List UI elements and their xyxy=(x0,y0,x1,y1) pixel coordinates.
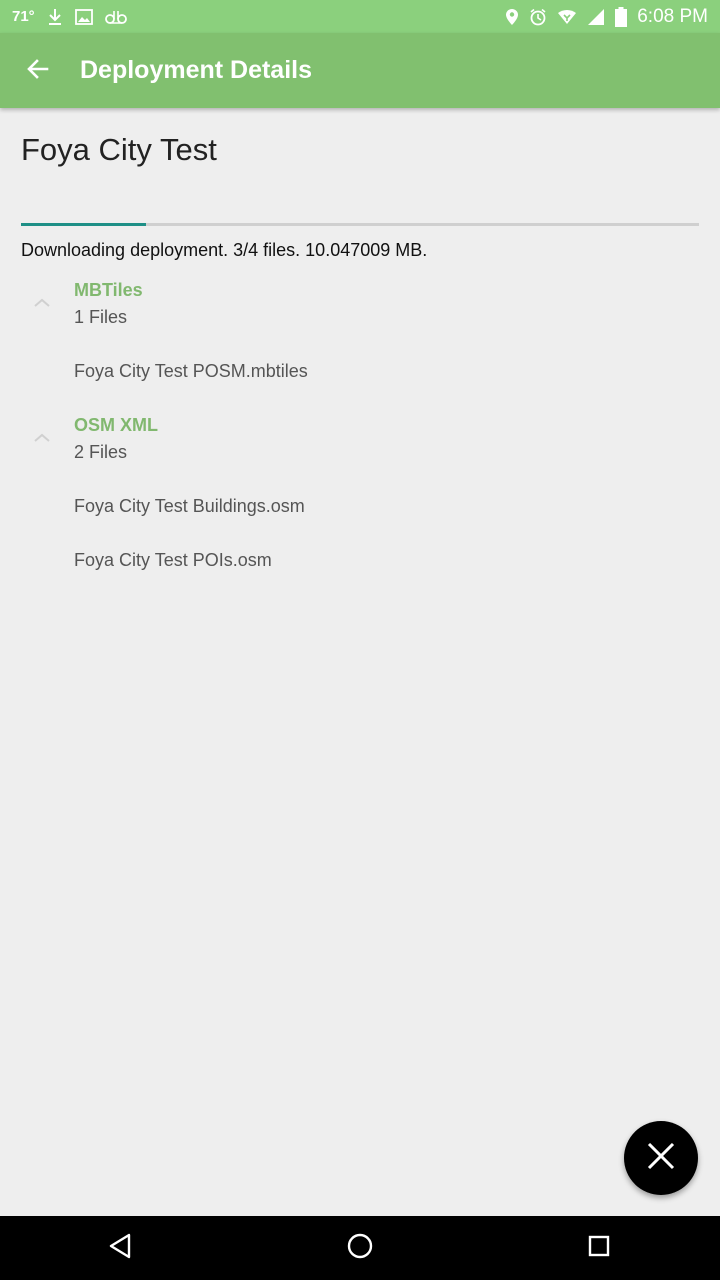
group-file-count: 2 Files xyxy=(74,442,128,462)
nav-home-button[interactable] xyxy=(330,1228,390,1268)
navigation-bar xyxy=(0,1216,720,1280)
arrow-back-icon xyxy=(26,57,50,86)
page-title: Deployment Details xyxy=(80,56,313,84)
close-icon xyxy=(646,1141,676,1176)
clock-text: 6:08 PM xyxy=(637,5,708,27)
status-right: 6:08 PM xyxy=(505,0,708,33)
battery-icon xyxy=(615,6,628,27)
voicemail-icon xyxy=(104,10,127,24)
wifi-icon xyxy=(557,9,577,25)
nav-back-icon xyxy=(107,1233,133,1264)
app-bar: Deployment Details xyxy=(0,33,720,108)
chevron-up-icon xyxy=(28,298,56,316)
file-item[interactable]: Foya City Test POSM.mbtiles xyxy=(74,361,308,382)
nav-recents-button[interactable] xyxy=(569,1228,629,1268)
back-button[interactable] xyxy=(16,51,60,91)
nav-recents-icon xyxy=(587,1234,611,1263)
image-icon xyxy=(74,8,93,25)
temperature-text: 71° xyxy=(12,8,35,25)
signal-icon xyxy=(587,8,605,26)
download-progress-fill xyxy=(21,223,147,226)
deployment-name: Foya City Test xyxy=(21,132,217,167)
chevron-up-icon xyxy=(28,433,56,451)
file-item[interactable]: Foya City Test POIs.osm xyxy=(74,550,272,571)
alarm-icon xyxy=(529,8,547,26)
location-icon xyxy=(505,8,519,26)
group-mbtiles-toggle[interactable] xyxy=(28,292,56,312)
download-status-text: Downloading deployment. 3/4 files. 10.04… xyxy=(21,240,428,260)
file-item[interactable]: Foya City Test Buildings.osm xyxy=(74,496,305,517)
cancel-download-button[interactable] xyxy=(624,1121,698,1195)
nav-home-icon xyxy=(347,1233,373,1264)
status-bar: 71° 6:08 PM xyxy=(0,0,720,33)
nav-back-button[interactable] xyxy=(90,1228,150,1268)
group-name: OSM XML xyxy=(74,415,158,435)
status-left: 71° xyxy=(12,0,127,33)
download-icon xyxy=(47,8,63,26)
group-file-count: 1 Files xyxy=(74,307,128,327)
download-progress-bar xyxy=(21,223,699,226)
group-osm-xml-toggle[interactable] xyxy=(28,427,56,447)
group-name: MBTiles xyxy=(74,280,143,300)
